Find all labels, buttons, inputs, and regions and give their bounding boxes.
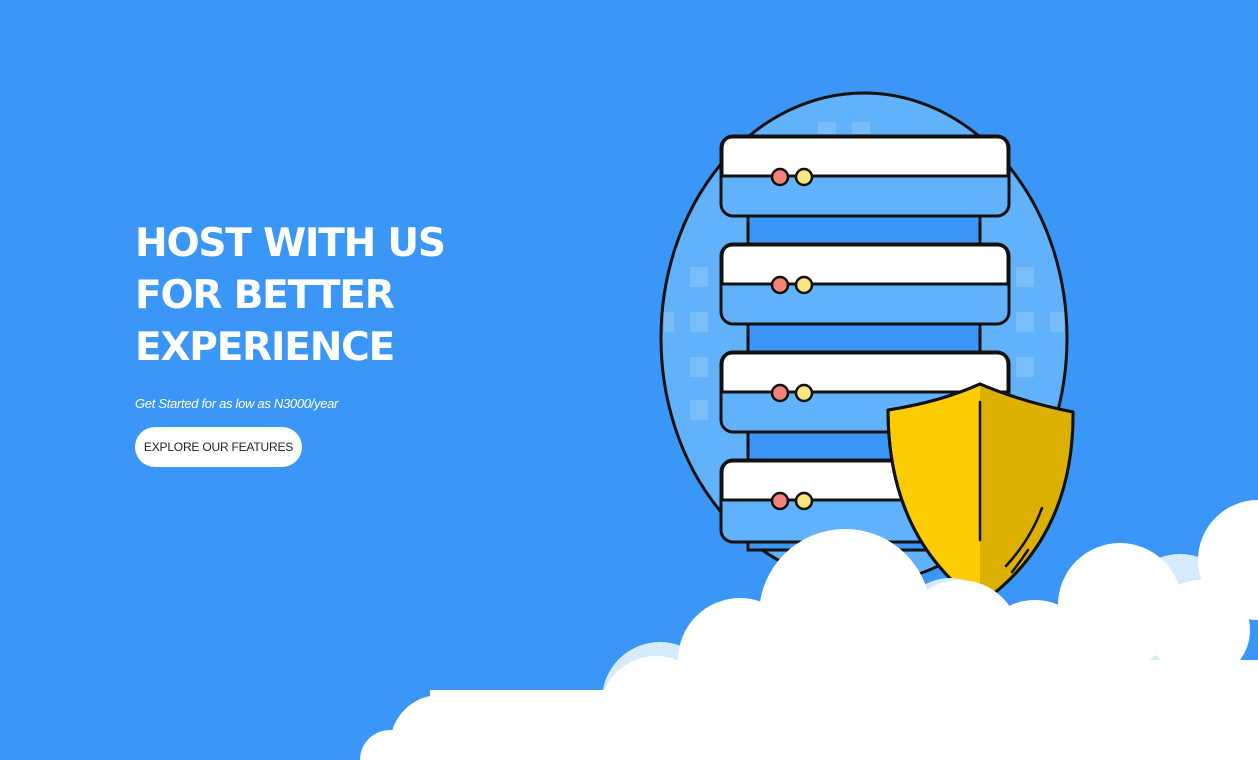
hero-subtitle: Get Started for as low as N3000/year xyxy=(135,396,339,411)
headline-line-3: EXPERIENCE xyxy=(135,325,395,370)
hero-section: HOST WITH US FOR BETTER EXPERIENCE Get S… xyxy=(0,0,1258,760)
headline-line-1: HOST WITH US xyxy=(135,221,446,266)
headline-line-2: FOR BETTER xyxy=(135,273,395,318)
explore-features-button[interactable]: EXPLORE OUR FEATURES xyxy=(135,427,302,467)
cloud-icon xyxy=(360,500,1258,760)
hero-headline: HOST WITH US FOR BETTER EXPERIENCE xyxy=(135,218,515,374)
hero-text-block: HOST WITH US FOR BETTER EXPERIENCE Get S… xyxy=(135,218,515,467)
